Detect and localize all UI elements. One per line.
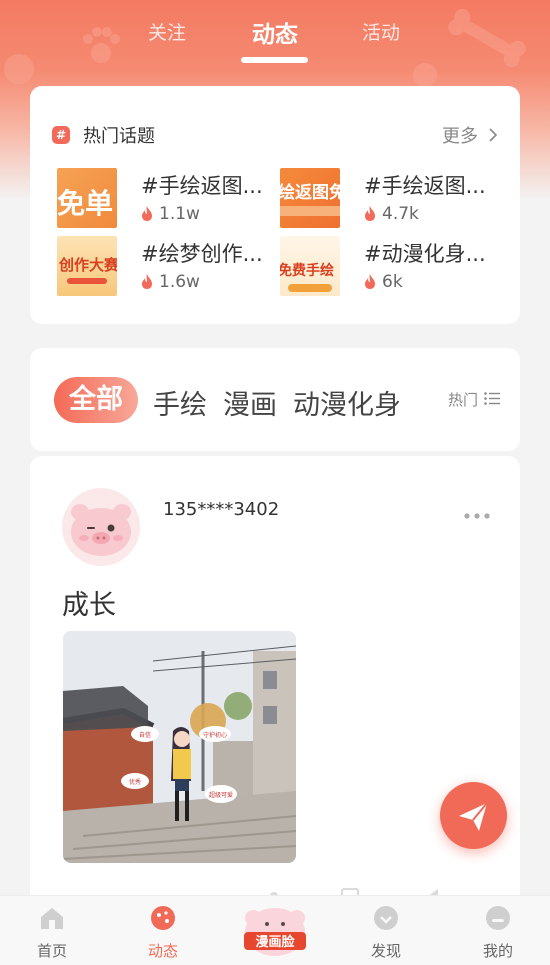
bubble-text: 超级可爱 xyxy=(209,791,233,799)
topic-heat: 4.7k xyxy=(364,204,419,224)
flame-icon xyxy=(142,274,152,289)
flame-icon xyxy=(142,206,152,221)
hashtag-icon: # xyxy=(52,126,70,144)
bubble-text: 优秀 xyxy=(129,778,141,786)
thumbnail-text: 绘返图免 xyxy=(280,183,340,203)
topic-thumbnail: 绘返图免 xyxy=(280,168,340,228)
thumbnail-stripe xyxy=(280,206,340,216)
home-icon xyxy=(41,908,63,929)
topic-heat-value: 4.7k xyxy=(382,204,419,224)
paper-plane-icon xyxy=(459,802,488,831)
category-filter-card: 全部 手绘 漫画 动漫化身 热门 xyxy=(30,348,520,451)
flame-icon xyxy=(365,206,375,221)
topic-heat: 1.1w xyxy=(141,204,200,224)
nav-comic-face[interactable]: 漫画脸 xyxy=(238,902,312,962)
discover-icon xyxy=(374,906,398,930)
more-options-icon[interactable] xyxy=(464,513,490,519)
topic-thumbnail: 创作大赛 xyxy=(57,236,117,296)
comic-face-mascot-icon: 漫画脸 xyxy=(244,908,306,956)
nav-profile[interactable]: 我的 xyxy=(458,904,538,964)
new-post-button[interactable] xyxy=(440,782,507,849)
nav-label: 动态 xyxy=(147,942,178,960)
tab-following[interactable]: 关注 xyxy=(148,18,186,45)
avatar[interactable] xyxy=(62,488,140,566)
list-icon xyxy=(484,392,500,405)
feed-icon xyxy=(151,906,175,930)
topic-item[interactable]: 绘返图免 #手绘返图... 4.7k xyxy=(280,168,500,230)
thumbnail-text: 免单 xyxy=(57,187,114,220)
nav-label: 我的 xyxy=(482,942,513,960)
topic-item[interactable]: 免单 #手绘返图... 1.1w xyxy=(57,168,277,230)
nav-feed[interactable]: 动态 xyxy=(123,904,203,964)
category-anime-avatar[interactable]: 动漫化身 xyxy=(293,383,401,422)
thumbnail-text: 免费手绘 xyxy=(280,263,334,279)
sort-hot-button[interactable]: 热门 xyxy=(448,389,500,410)
sort-label: 热门 xyxy=(447,391,478,409)
post-card: 135****3402 成长 自信 守护初心 优秀 超级可爱 xyxy=(30,456,520,965)
bubble-text: 守护初心 xyxy=(203,731,227,739)
app-screen: 关注 动态 活动 # 热门话题 更多 免单 #手绘返图... 1.1w 绘返图免… xyxy=(0,0,550,965)
topic-name: #动漫化身... xyxy=(364,242,486,266)
topic-heat: 1.6w xyxy=(141,272,200,292)
top-tab-bar: 关注 动态 活动 xyxy=(0,0,550,70)
topic-name: #绘梦创作... xyxy=(141,242,263,266)
topic-thumbnail: 免费手绘 xyxy=(280,236,340,296)
thumbnail-stripe xyxy=(67,278,107,284)
nav-home[interactable]: 首页 xyxy=(12,904,92,964)
nav-center-label: 漫画脸 xyxy=(255,934,295,950)
post-username[interactable]: 135****3402 xyxy=(163,499,279,520)
topic-name: #手绘返图... xyxy=(364,174,486,198)
topic-heat-value: 1.1w xyxy=(159,204,200,224)
nav-label: 首页 xyxy=(36,942,67,960)
more-label: 更多 xyxy=(442,126,478,147)
chevron-right-icon xyxy=(489,128,498,142)
bubble-text: 自信 xyxy=(139,731,151,739)
pig-avatar-icon xyxy=(71,504,131,556)
hot-topics-title: 热门话题 xyxy=(83,126,155,147)
flame-icon xyxy=(365,274,375,289)
topic-item[interactable]: 创作大赛 #绘梦创作... 1.6w xyxy=(57,236,277,298)
nav-label: 发现 xyxy=(370,942,401,960)
post-image[interactable]: 自信 守护初心 优秀 超级可爱 xyxy=(63,631,296,863)
post-text: 成长 xyxy=(62,590,116,621)
topic-heat: 6k xyxy=(364,272,403,292)
tab-activities[interactable]: 活动 xyxy=(362,18,400,45)
category-all[interactable]: 全部 xyxy=(54,377,138,423)
tab-feed[interactable]: 动态 xyxy=(252,15,298,49)
topic-item[interactable]: 免费手绘 #动漫化身... 6k xyxy=(280,236,500,298)
post-illustration: 自信 守护初心 优秀 超级可爱 xyxy=(63,631,296,863)
nav-discover[interactable]: 发现 xyxy=(346,904,426,964)
topic-heat-value: 6k xyxy=(382,272,403,292)
hot-topics-card: # 热门话题 更多 免单 #手绘返图... 1.1w 绘返图免 #手绘返图...… xyxy=(30,86,520,324)
topic-thumbnail: 免单 xyxy=(57,168,117,228)
active-tab-indicator xyxy=(241,57,308,63)
topic-heat-value: 1.6w xyxy=(159,272,200,292)
category-hand-drawn[interactable]: 手绘 xyxy=(153,383,207,422)
profile-icon xyxy=(486,906,510,930)
thumbnail-text: 创作大赛 xyxy=(59,256,117,274)
category-comics[interactable]: 漫画 xyxy=(223,383,277,422)
thumbnail-stripe xyxy=(288,284,332,292)
topic-name: #手绘返图... xyxy=(141,174,263,198)
more-topics-link[interactable]: 更多 xyxy=(442,122,498,148)
hot-topics-header: # 热门话题 更多 xyxy=(52,122,498,148)
